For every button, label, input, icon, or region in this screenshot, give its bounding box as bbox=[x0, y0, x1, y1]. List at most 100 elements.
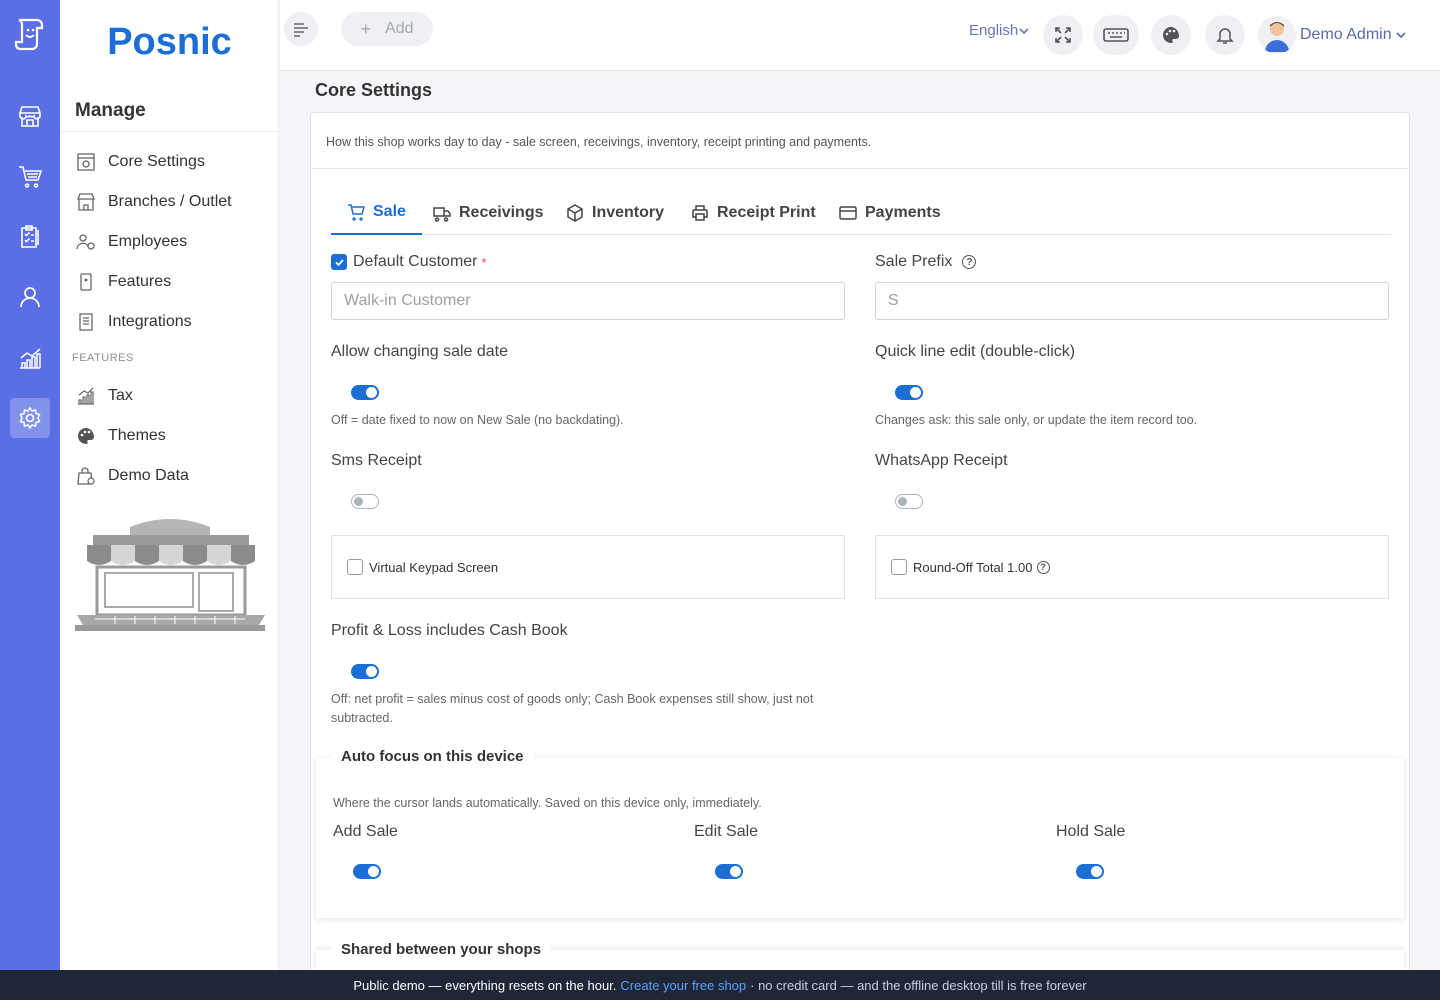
sidebar-item-demo-data[interactable]: Demo Data bbox=[75, 461, 189, 491]
sidebar-item-core-settings[interactable]: Core Settings bbox=[75, 147, 205, 177]
sidebar-section-label: FEATURES bbox=[72, 352, 134, 364]
rail-settings-icon[interactable] bbox=[10, 398, 50, 438]
demo-banner: Public demo — everything resets on the h… bbox=[0, 970, 1440, 1000]
avatar bbox=[1258, 16, 1296, 54]
sms-receipt-toggle[interactable] bbox=[351, 494, 379, 509]
printer-icon bbox=[692, 205, 708, 221]
create-shop-link[interactable]: Create your free shop bbox=[620, 978, 746, 993]
divider bbox=[311, 168, 1409, 169]
shop-illustration bbox=[75, 515, 265, 650]
add-sale-toggle[interactable] bbox=[353, 864, 381, 879]
sidebar-item-features[interactable]: Features bbox=[75, 267, 171, 297]
quick-line-edit-toggle[interactable] bbox=[895, 385, 923, 400]
sidebar-item-label: Themes bbox=[108, 427, 166, 444]
user-menu[interactable]: Demo Admin bbox=[1258, 16, 1407, 54]
page-title: Core Settings bbox=[315, 80, 433, 100]
tab-label: Sale bbox=[373, 203, 406, 220]
tab-receipt-print[interactable]: Receipt Print bbox=[675, 191, 832, 235]
sale-prefix-input[interactable]: S bbox=[875, 282, 1389, 320]
sidebar-item-label: Tax bbox=[108, 387, 133, 404]
default-customer-text: Default Customer bbox=[353, 253, 478, 270]
chevron-down-icon bbox=[1396, 32, 1406, 39]
language-label: English bbox=[969, 22, 1019, 39]
rail-user-icon[interactable] bbox=[10, 277, 50, 317]
edit-sale-label: Edit Sale bbox=[694, 823, 759, 840]
sidebar-item-label: Demo Data bbox=[108, 467, 189, 484]
store-icon bbox=[75, 191, 97, 213]
hold-sale-toggle[interactable] bbox=[1076, 864, 1104, 879]
rail-clipboard-icon[interactable] bbox=[10, 217, 50, 257]
allow-sale-date-label: Allow changing sale date bbox=[331, 343, 509, 360]
settings-tabs: Sale Receivings Inventory Receipt Print … bbox=[331, 191, 1391, 235]
whatsapp-receipt-toggle[interactable] bbox=[895, 494, 923, 509]
box-icon bbox=[567, 204, 583, 222]
default-customer-input[interactable]: Walk-in Customer bbox=[331, 282, 845, 320]
tab-label: Payments bbox=[865, 204, 941, 221]
tab-label: Inventory bbox=[592, 204, 665, 221]
quick-line-edit-help: Changes ask: this sale only, or update t… bbox=[875, 413, 1198, 427]
rail-store-icon[interactable] bbox=[10, 96, 50, 136]
add-sale-label: Add Sale bbox=[333, 823, 398, 840]
sidebar-item-label: Branches / Outlet bbox=[108, 193, 232, 210]
virtual-keypad-checkbox[interactable] bbox=[347, 559, 363, 575]
rail-cart-icon[interactable] bbox=[10, 156, 50, 196]
notification-bell-icon[interactable] bbox=[1205, 15, 1245, 55]
bag-icon bbox=[75, 465, 97, 487]
sidebar-item-label: Core Settings bbox=[108, 153, 205, 170]
sale-prefix-text: Sale Prefix bbox=[875, 253, 953, 270]
brand-logo[interactable]: Posnic bbox=[60, 0, 279, 84]
keyboard-icon[interactable] bbox=[1093, 15, 1139, 55]
banner-tail: · no credit card — and the offline deskt… bbox=[750, 977, 1087, 993]
sidebar-item-integrations[interactable]: Integrations bbox=[75, 307, 192, 337]
top-bar: + Add English Demo Admin bbox=[280, 0, 1440, 71]
tab-payments[interactable]: Payments bbox=[823, 191, 957, 235]
whatsapp-receipt-label: WhatsApp Receipt bbox=[875, 452, 1008, 469]
help-icon[interactable]: ? bbox=[1036, 560, 1050, 574]
chart-icon bbox=[75, 385, 97, 407]
employees-icon bbox=[75, 231, 97, 253]
profit-loss-help: Off: net profit = sales minus cost of go… bbox=[331, 692, 814, 725]
app-logo-icon[interactable] bbox=[11, 14, 49, 52]
tab-inventory[interactable]: Inventory bbox=[550, 191, 680, 235]
help-icon[interactable]: ? bbox=[962, 255, 977, 269]
round-off-option: Round-Off Total 1.00 ? bbox=[875, 535, 1389, 599]
default-customer-checkbox[interactable] bbox=[331, 254, 347, 270]
sidebar-heading: Manage bbox=[75, 100, 146, 121]
divider bbox=[60, 131, 279, 132]
tab-receivings[interactable]: Receivings bbox=[417, 191, 559, 235]
settings-sidebar: Posnic Manage Core Settings Branches / O… bbox=[60, 0, 279, 970]
default-customer-label: Default Customer * bbox=[331, 253, 487, 271]
tab-sale[interactable]: Sale bbox=[331, 191, 422, 235]
round-off-checkbox[interactable] bbox=[891, 559, 907, 575]
allow-sale-date-toggle[interactable] bbox=[351, 385, 379, 400]
card-icon bbox=[839, 206, 857, 220]
profit-loss-toggle[interactable] bbox=[351, 664, 379, 679]
add-button[interactable]: + Add bbox=[341, 12, 433, 46]
quick-line-edit-label: Quick line edit (double-click) bbox=[875, 343, 1076, 360]
theme-palette-icon[interactable] bbox=[1151, 15, 1191, 55]
auto-focus-panel bbox=[316, 758, 1404, 918]
sidebar-item-label: Employees bbox=[108, 233, 188, 250]
settings-page-icon bbox=[75, 151, 97, 173]
allow-sale-date-help: Off = date fixed to now on New Sale (no … bbox=[331, 413, 624, 427]
virtual-keypad-text: Virtual Keypad Screen bbox=[369, 559, 499, 575]
tab-label: Receivings bbox=[459, 204, 544, 221]
add-button-label: Add bbox=[385, 20, 414, 37]
edit-sale-toggle[interactable] bbox=[715, 864, 743, 879]
rail-chart-icon[interactable] bbox=[10, 338, 50, 378]
fullscreen-icon[interactable] bbox=[1043, 15, 1083, 55]
menu-toggle-icon[interactable] bbox=[284, 12, 318, 46]
sidebar-item-themes[interactable]: Themes bbox=[75, 421, 166, 451]
sidebar-item-branches[interactable]: Branches / Outlet bbox=[75, 187, 232, 217]
banner-lead: Public demo — everything resets on the h… bbox=[353, 977, 617, 993]
hold-sale-label: Hold Sale bbox=[1056, 823, 1126, 840]
tab-label: Receipt Print bbox=[717, 204, 816, 221]
required-mark: * bbox=[481, 254, 487, 270]
plus-icon: + bbox=[360, 18, 372, 39]
profit-loss-label: Profit & Loss includes Cash Book bbox=[331, 622, 568, 639]
cart-icon bbox=[348, 204, 365, 221]
sidebar-item-tax[interactable]: Tax bbox=[75, 381, 133, 411]
truck-icon bbox=[433, 207, 451, 222]
sidebar-item-employees[interactable]: Employees bbox=[75, 227, 187, 257]
language-select[interactable]: English bbox=[969, 22, 1030, 39]
